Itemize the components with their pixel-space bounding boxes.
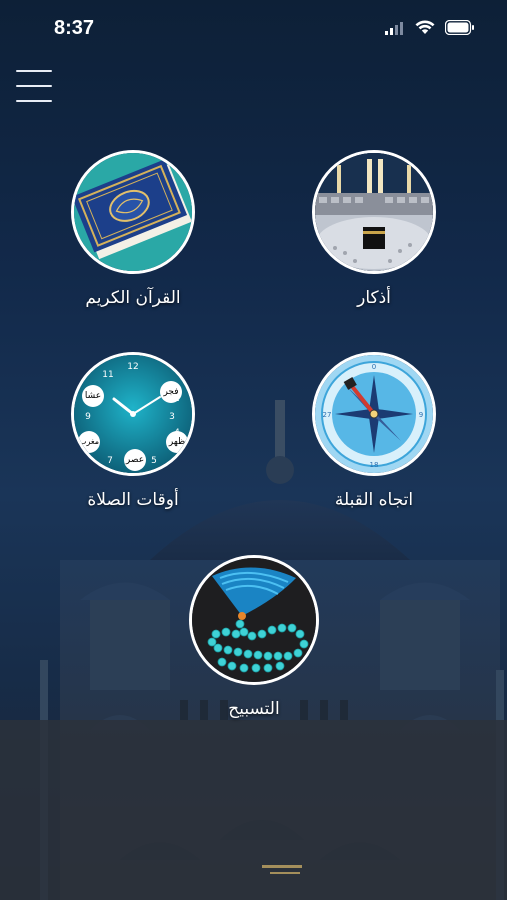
compass-image: 0 9 18 27 bbox=[312, 352, 436, 476]
svg-text:3: 3 bbox=[169, 412, 175, 422]
prayer-beads-image bbox=[189, 555, 319, 685]
svg-text:11: 11 bbox=[102, 370, 113, 380]
clock-label-maghrib: مغرب bbox=[78, 431, 100, 453]
tile-quran-label: القرآن الكريم bbox=[85, 288, 181, 308]
status-bar: 8:37 bbox=[0, 0, 507, 52]
svg-text:5: 5 bbox=[151, 456, 157, 466]
tile-adhkar[interactable]: أذكار bbox=[284, 150, 464, 308]
clock-label-asr: عصر bbox=[124, 449, 146, 471]
menu-button[interactable] bbox=[14, 68, 54, 104]
svg-text:27: 27 bbox=[323, 411, 332, 419]
tile-adhkar-label: أذكار bbox=[357, 288, 391, 308]
tile-quran[interactable]: القرآن الكريم bbox=[43, 150, 223, 308]
tile-prayer-times[interactable]: 121110 934 765 2 فجر ظهر عصر مغرب عشا أو… bbox=[43, 352, 223, 510]
tile-tasbeeh-label: التسبيح bbox=[228, 699, 280, 719]
battery-icon bbox=[445, 20, 475, 35]
svg-text:0: 0 bbox=[372, 363, 376, 371]
svg-text:7: 7 bbox=[107, 456, 113, 466]
svg-text:9: 9 bbox=[85, 412, 91, 422]
status-icons bbox=[385, 20, 475, 35]
clock-label-isha: عشا bbox=[82, 385, 104, 407]
clock-label-fajr: فجر bbox=[160, 381, 182, 403]
wifi-icon bbox=[415, 20, 435, 35]
prayer-clock-image: 121110 934 765 2 فجر ظهر عصر مغرب عشا bbox=[71, 352, 195, 476]
status-time: 8:37 bbox=[54, 17, 95, 39]
cellular-signal-icon bbox=[385, 21, 405, 35]
quran-book-image bbox=[71, 150, 195, 274]
svg-text:12: 12 bbox=[127, 362, 138, 372]
tile-prayer-times-label: أوقات الصلاة bbox=[87, 490, 179, 510]
tile-tasbeeh[interactable]: التسبيح bbox=[164, 555, 344, 719]
svg-text:18: 18 bbox=[370, 461, 379, 469]
tile-qibla-label: اتجاه القبلة bbox=[334, 490, 414, 510]
kaaba-image bbox=[312, 150, 436, 274]
clock-label-dhuhr: ظهر bbox=[166, 431, 188, 453]
tile-qibla[interactable]: 0 9 18 27 اتجاه القبلة bbox=[284, 352, 464, 510]
svg-text:9: 9 bbox=[419, 411, 423, 419]
